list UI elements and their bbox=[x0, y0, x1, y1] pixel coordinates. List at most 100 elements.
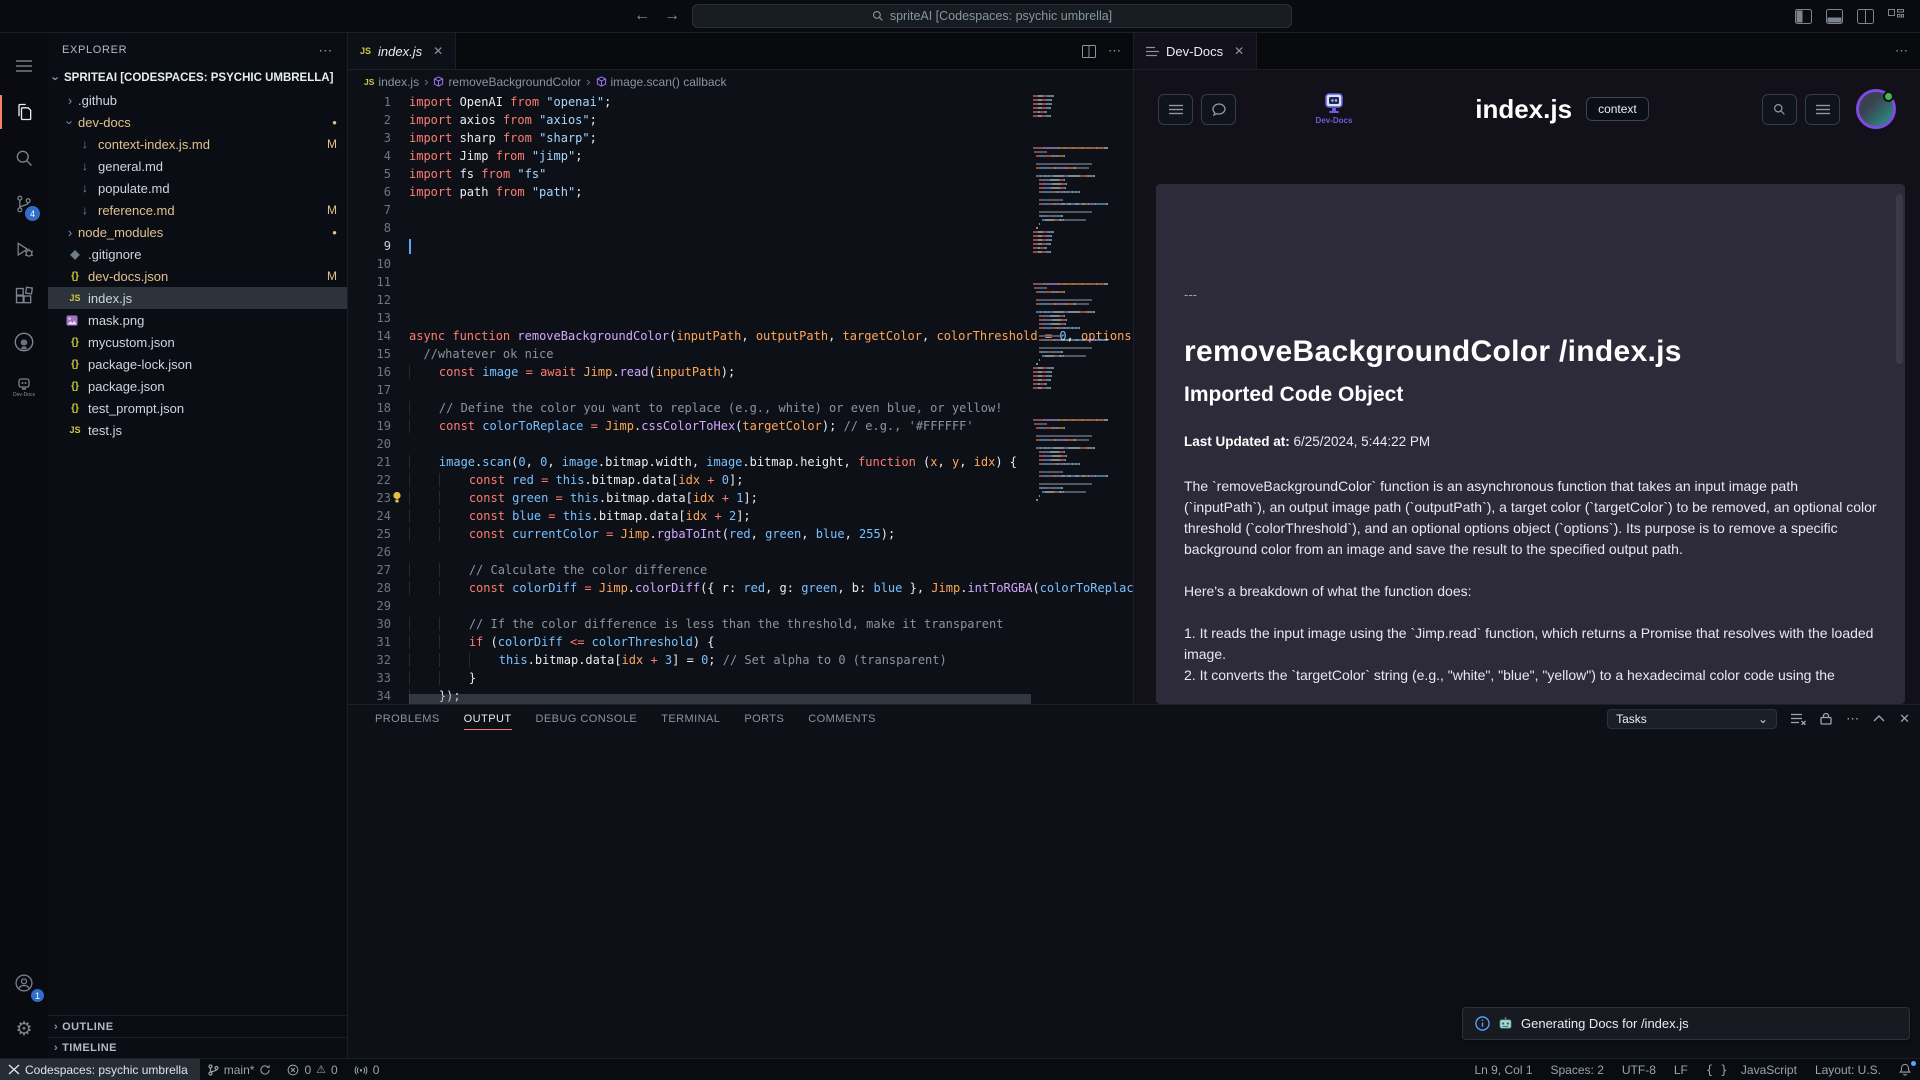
nav-forward-icon[interactable]: → bbox=[664, 7, 680, 25]
branch-indicator[interactable]: main* bbox=[200, 1059, 280, 1080]
sidebar-section-timeline[interactable]: ›TIMELINE bbox=[48, 1037, 347, 1058]
tree-item--gitignore[interactable]: ◆.gitignore bbox=[48, 243, 347, 265]
tree-item-dev-docs-json[interactable]: {}dev-docs.jsonM bbox=[48, 265, 347, 287]
tree-item-test-js[interactable]: JStest.js bbox=[48, 419, 347, 441]
code-line: 28 const colorDiff = Jimp.colorDiff({ r:… bbox=[348, 579, 1133, 597]
tree-item--github[interactable]: ›.github bbox=[48, 89, 347, 111]
explorer-more-icon[interactable]: ⋯ bbox=[318, 42, 333, 59]
ports-indicator[interactable]: 0 bbox=[346, 1059, 388, 1080]
tree-item-node-modules[interactable]: ›node_modules● bbox=[48, 221, 347, 243]
lock-icon[interactable] bbox=[1820, 712, 1832, 725]
code-line: 18 // Define the color you want to repla… bbox=[348, 399, 1133, 417]
breadcrumb-item[interactable]: removeBackgroundColor bbox=[433, 75, 581, 89]
remote-icon bbox=[8, 1064, 20, 1075]
tree-item-dev-docs[interactable]: ›dev-docs● bbox=[48, 111, 347, 133]
command-center-search[interactable]: spriteAI [Codespaces: psychic umbrella] bbox=[692, 4, 1292, 28]
breadcrumb-item[interactable]: image.scan() callback bbox=[596, 75, 727, 89]
explorer-activity-icon[interactable] bbox=[0, 89, 48, 135]
js-icon: JS bbox=[360, 46, 371, 56]
indentation[interactable]: Spaces: 2 bbox=[1542, 1059, 1613, 1080]
devdocs-list-button[interactable] bbox=[1805, 94, 1840, 125]
sidebar-sections: ›OUTLINE›TIMELINE bbox=[48, 1015, 347, 1058]
keyboard-layout[interactable]: Layout: U.S. bbox=[1806, 1059, 1890, 1080]
eol[interactable]: LF bbox=[1665, 1059, 1697, 1080]
js-icon: JS bbox=[364, 77, 374, 87]
tree-item-mycustom-json[interactable]: {}mycustom.json bbox=[48, 331, 347, 353]
panel-more-icon[interactable]: ⋯ bbox=[1846, 711, 1859, 727]
panel-tab-debug-console[interactable]: DEBUG CONSOLE bbox=[536, 705, 638, 732]
code-line: 33 } bbox=[348, 669, 1133, 687]
toggle-sidebar-icon[interactable] bbox=[1795, 9, 1812, 24]
devdocs-search-button[interactable] bbox=[1762, 94, 1797, 125]
menu-icon[interactable] bbox=[0, 43, 48, 89]
context-badge[interactable]: context bbox=[1586, 97, 1649, 121]
cursor-position[interactable]: Ln 9, Col 1 bbox=[1465, 1059, 1541, 1080]
extensions-activity-icon[interactable] bbox=[0, 273, 48, 319]
notifications-bell[interactable] bbox=[1890, 1059, 1920, 1080]
code-editor[interactable]: 1import OpenAI from "openai";2import axi… bbox=[348, 93, 1133, 704]
tree-item-general-md[interactable]: ↓general.md bbox=[48, 155, 347, 177]
nav-back-icon[interactable]: ← bbox=[634, 7, 650, 25]
language-mode[interactable]: { } JavaScript bbox=[1697, 1059, 1806, 1080]
devdocs-toolbar: Dev-Docs index.js context bbox=[1134, 70, 1920, 134]
tree-item-reference-md[interactable]: ↓reference.mdM bbox=[48, 199, 347, 221]
file-label: reference.md bbox=[98, 203, 175, 218]
file-label: mycustom.json bbox=[88, 335, 175, 350]
settings-gear-icon[interactable]: ⚙ bbox=[0, 1006, 48, 1052]
lightbulb-icon[interactable] bbox=[392, 491, 402, 504]
tree-root[interactable]: ›SPRITEAI [CODESPACES: PSYCHIC UMBRELLA] bbox=[48, 67, 347, 89]
close-panel-icon[interactable]: ✕ bbox=[1899, 711, 1910, 727]
toggle-panel-icon[interactable] bbox=[1826, 9, 1843, 24]
code-line: 21 image.scan(0, 0, image.bitmap.width, … bbox=[348, 453, 1133, 471]
minimap[interactable] bbox=[1033, 93, 1133, 704]
horizontal-scrollbar[interactable] bbox=[409, 694, 1031, 704]
devdocs-activity-icon[interactable]: Dev-Docs bbox=[0, 365, 48, 411]
toggle-secondary-sidebar-icon[interactable] bbox=[1857, 9, 1874, 24]
tab-close-icon[interactable]: ✕ bbox=[1234, 44, 1244, 58]
tree-item-populate-md[interactable]: ↓populate.md bbox=[48, 177, 347, 199]
panel-tab-terminal[interactable]: TERMINAL bbox=[661, 705, 720, 732]
account-icon[interactable]: 1 bbox=[0, 960, 48, 1006]
modified-dot-badge: ● bbox=[324, 118, 337, 127]
run-debug-activity-icon[interactable] bbox=[0, 227, 48, 273]
clear-output-icon[interactable] bbox=[1791, 713, 1806, 725]
sidebar-section-outline[interactable]: ›OUTLINE bbox=[48, 1016, 347, 1037]
breadcrumb-item[interactable]: JSindex.js bbox=[364, 75, 419, 89]
split-editor-icon[interactable] bbox=[1082, 45, 1096, 58]
remote-indicator[interactable]: Codespaces: psychic umbrella bbox=[0, 1059, 200, 1080]
warnings-icon: ⚠ bbox=[316, 1063, 326, 1076]
breadcrumb-separator: › bbox=[424, 74, 428, 89]
panel-tab-ports[interactable]: PORTS bbox=[744, 705, 784, 732]
panel-tab-comments[interactable]: COMMENTS bbox=[808, 705, 876, 732]
panel-tab-problems[interactable]: PROBLEMS bbox=[375, 705, 440, 732]
title-bar: ← → spriteAI [Codespaces: psychic umbrel… bbox=[0, 0, 1920, 33]
notification-toast[interactable]: Generating Docs for /index.js bbox=[1462, 1007, 1910, 1040]
panel-tab-output[interactable]: OUTPUT bbox=[464, 705, 512, 732]
tree-item-context-index-js-md[interactable]: ↓context-index.js.mdM bbox=[48, 133, 347, 155]
online-status-dot bbox=[1883, 91, 1894, 102]
tab-close-icon[interactable]: ✕ bbox=[433, 44, 443, 58]
source-control-activity-icon[interactable]: 4 bbox=[0, 181, 48, 227]
problems-indicator[interactable]: 0 ⚠ 0 bbox=[279, 1059, 345, 1080]
customize-layout-icon[interactable] bbox=[1888, 9, 1904, 24]
devdocs-chat-button[interactable] bbox=[1201, 94, 1236, 125]
tree-item-test-prompt-json[interactable]: {}test_prompt.json bbox=[48, 397, 347, 419]
output-channel-select[interactable]: Tasks ⌄ bbox=[1607, 709, 1777, 729]
tree-item-package-lock-json[interactable]: {}package-lock.json bbox=[48, 353, 347, 375]
devdocs-more-icon[interactable]: ⋯ bbox=[1895, 43, 1908, 59]
breadcrumb[interactable]: JSindex.js›removeBackgroundColor›image.s… bbox=[348, 70, 1133, 93]
avatar[interactable] bbox=[1856, 89, 1896, 129]
tree-item-package-json[interactable]: {}package.json bbox=[48, 375, 347, 397]
tab-index-js[interactable]: JS index.js ✕ bbox=[348, 33, 456, 69]
tree-item-mask-png[interactable]: mask.png bbox=[48, 309, 347, 331]
editor-more-icon[interactable]: ⋯ bbox=[1108, 43, 1121, 59]
file-tree: ›SPRITEAI [CODESPACES: PSYCHIC UMBRELLA]… bbox=[48, 67, 347, 1015]
encoding[interactable]: UTF-8 bbox=[1613, 1059, 1665, 1080]
tab-devdocs[interactable]: Dev-Docs ✕ bbox=[1134, 33, 1257, 69]
search-activity-icon[interactable] bbox=[0, 135, 48, 181]
tree-item-index-js[interactable]: JSindex.js bbox=[48, 287, 347, 309]
github-activity-icon[interactable] bbox=[0, 319, 48, 365]
maximize-panel-icon[interactable] bbox=[1873, 715, 1885, 722]
doc-scrollbar[interactable] bbox=[1896, 194, 1903, 364]
devdocs-menu-button[interactable] bbox=[1158, 94, 1193, 125]
